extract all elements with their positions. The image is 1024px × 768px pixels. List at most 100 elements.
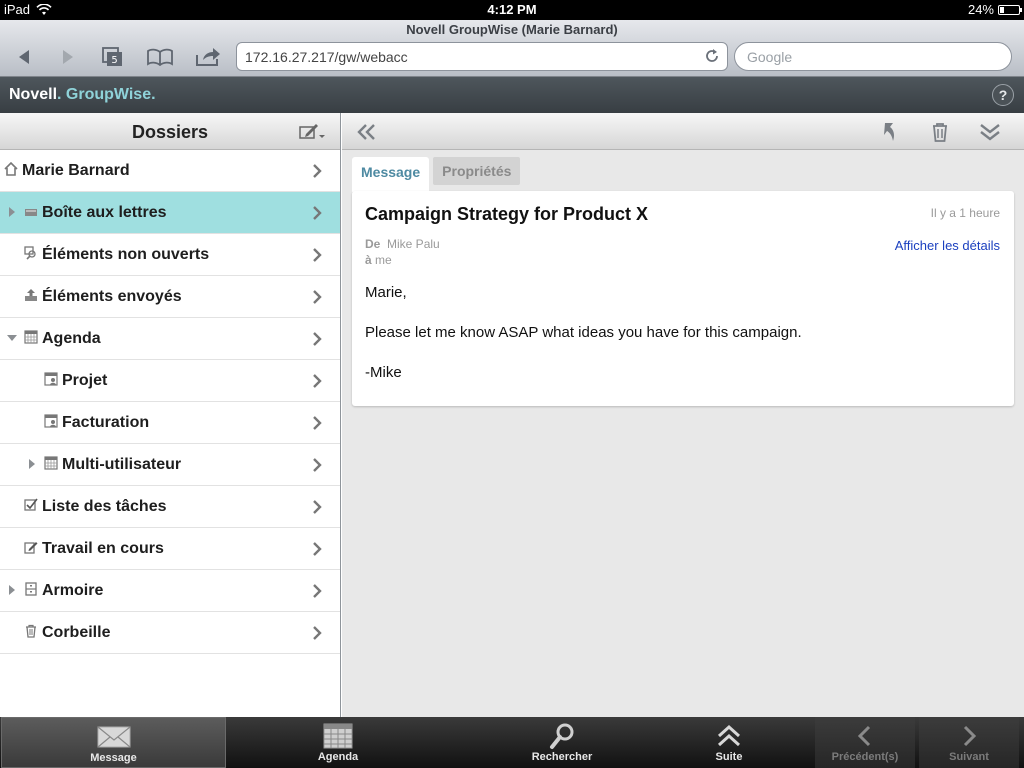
to-label: à	[365, 253, 372, 267]
folder-item-liste-des-taches[interactable]: Liste des tâches	[0, 486, 340, 528]
ios-status-bar: iPad 4:12 PM 24%	[0, 0, 1024, 20]
folder-item-projet[interactable]: Projet	[0, 360, 340, 402]
calendar-icon	[323, 723, 353, 749]
message-time: Il y a 1 heure	[930, 206, 1000, 220]
back-button[interactable]	[10, 45, 38, 69]
chevron-right-icon	[313, 626, 322, 640]
folder-label: Facturation	[62, 414, 150, 431]
groupwise-logo: Novell. GroupWise.	[9, 86, 156, 103]
address-bar[interactable]: 172.16.27.217/gw/webacc	[236, 42, 728, 71]
reload-icon[interactable]	[704, 48, 720, 64]
mailbox-icon	[25, 209, 37, 216]
tab-message[interactable]: Message	[352, 157, 430, 192]
folder-label: Multi-utilisateur	[62, 456, 182, 473]
tabbar-more[interactable]: Suite	[674, 717, 784, 768]
checkbox-icon	[24, 498, 38, 511]
expand-triangle-icon[interactable]	[9, 585, 15, 595]
folder-item-travail-en-cours[interactable]: Travail en cours	[0, 528, 340, 570]
body-line: Marie,	[365, 284, 407, 301]
home-icon	[4, 162, 18, 176]
forward-arrow-icon	[63, 50, 73, 64]
folder-item-elements-non-ouverts[interactable]: Éléments non ouverts	[0, 234, 340, 276]
folder-item-boite-aux-lettres[interactable]: Boîte aux lettres	[0, 192, 340, 234]
body-line: -Mike	[365, 364, 402, 381]
chevron-right-icon	[313, 416, 322, 430]
chevron-right-icon	[313, 500, 322, 514]
message-toolbar	[342, 113, 1024, 150]
back-arrow-icon	[19, 50, 29, 64]
to-value: me	[375, 253, 392, 267]
share-icon	[196, 48, 220, 66]
folder-item-elements-envoyes[interactable]: Éléments envoyés	[0, 276, 340, 318]
expand-triangle-icon[interactable]	[9, 207, 15, 217]
tabbar-previous[interactable]: Précédent(s)	[815, 717, 915, 768]
tab-count: 5	[111, 55, 117, 66]
folder-label: Éléments non ouverts	[42, 246, 210, 263]
compose-icon[interactable]	[298, 121, 326, 141]
folder-item-multi-utilisateur[interactable]: Multi-utilisateur	[0, 444, 340, 486]
folder-item-marie-barnard[interactable]: Marie Barnard	[0, 150, 340, 192]
folder-pane-title: Dossiers	[131, 122, 209, 142]
more-actions-icon[interactable]	[979, 121, 1001, 143]
battery-percent: 24%	[967, 2, 994, 17]
share-button[interactable]	[194, 45, 222, 69]
sent-items-icon	[25, 289, 37, 301]
chevron-right-icon	[313, 584, 322, 598]
folder-label: Armoire	[42, 582, 104, 599]
shared-calendar-icon	[44, 372, 58, 386]
chevron-right-icon	[313, 164, 322, 178]
search-placeholder: Google	[747, 49, 793, 65]
clock: 4:12 PM	[487, 2, 537, 17]
body-line: Please let me know ASAP what ideas you h…	[365, 324, 802, 341]
collapse-triangle-icon[interactable]	[7, 335, 17, 341]
message-subject: Campaign Strategy for Product X	[365, 204, 649, 224]
folder-label: Agenda	[42, 330, 101, 347]
folder-item-corbeille[interactable]: Corbeille	[0, 612, 340, 654]
magnifier-icon	[550, 723, 574, 749]
reply-icon[interactable]	[879, 121, 901, 143]
folder-pane: Dossiers Marie Barnard Boîte aux lettres…	[0, 113, 341, 717]
chevron-right-icon	[313, 248, 322, 262]
chevron-right-icon	[313, 206, 322, 220]
delete-icon[interactable]	[929, 121, 951, 143]
tabbar-message[interactable]: Message	[1, 717, 226, 768]
search-field[interactable]: Google	[734, 42, 1012, 71]
chevron-right-icon	[313, 290, 322, 304]
expand-triangle-icon[interactable]	[29, 459, 35, 469]
folder-label: Éléments envoyés	[42, 288, 182, 305]
double-chevron-up-icon	[717, 724, 741, 747]
envelope-icon	[97, 726, 130, 748]
url-text: 172.16.27.217/gw/webacc	[245, 49, 408, 65]
unopened-search-icon	[24, 246, 36, 260]
trash-icon	[26, 624, 36, 638]
bookmarks-button[interactable]	[146, 45, 174, 69]
chevron-right-icon	[313, 542, 322, 556]
message-card: Campaign Strategy for Product X Il y a 1…	[352, 191, 1014, 406]
folder-item-agenda[interactable]: Agenda	[0, 318, 340, 360]
folder-label: Marie Barnard	[22, 162, 130, 179]
from-value: Mike Palu	[387, 237, 440, 251]
help-button[interactable]: ?	[992, 84, 1014, 106]
tabbar-next[interactable]: Suivant	[919, 717, 1019, 768]
book-icon	[147, 48, 173, 66]
chevron-right-icon	[313, 332, 322, 346]
collapse-pane-icon[interactable]	[356, 121, 378, 143]
folder-label: Travail en cours	[42, 540, 164, 557]
cabinet-icon	[25, 582, 37, 596]
show-details-link[interactable]: Afficher les détails	[895, 238, 1000, 253]
from-label: De	[365, 237, 381, 251]
folder-item-armoire[interactable]: Armoire	[0, 570, 340, 612]
bottom-tab-bar: Message Agenda Rechercher Suite Précéden…	[0, 717, 1024, 768]
folder-label: Projet	[62, 372, 108, 389]
tabs-button[interactable]: 5	[98, 45, 126, 69]
chevron-right-icon	[313, 458, 322, 472]
message-body: Marie, Please let me know ASAP what idea…	[365, 283, 802, 403]
chevron-left-icon	[857, 725, 871, 747]
forward-button[interactable]	[54, 45, 82, 69]
tab-properties[interactable]: Propriétés	[433, 157, 521, 185]
app-header: Novell. GroupWise. ?	[0, 77, 1024, 113]
chevron-right-icon	[963, 725, 977, 747]
folder-item-facturation[interactable]: Facturation	[0, 402, 340, 444]
tabbar-search[interactable]: Rechercher	[450, 717, 674, 768]
tabbar-agenda[interactable]: Agenda	[226, 717, 450, 768]
